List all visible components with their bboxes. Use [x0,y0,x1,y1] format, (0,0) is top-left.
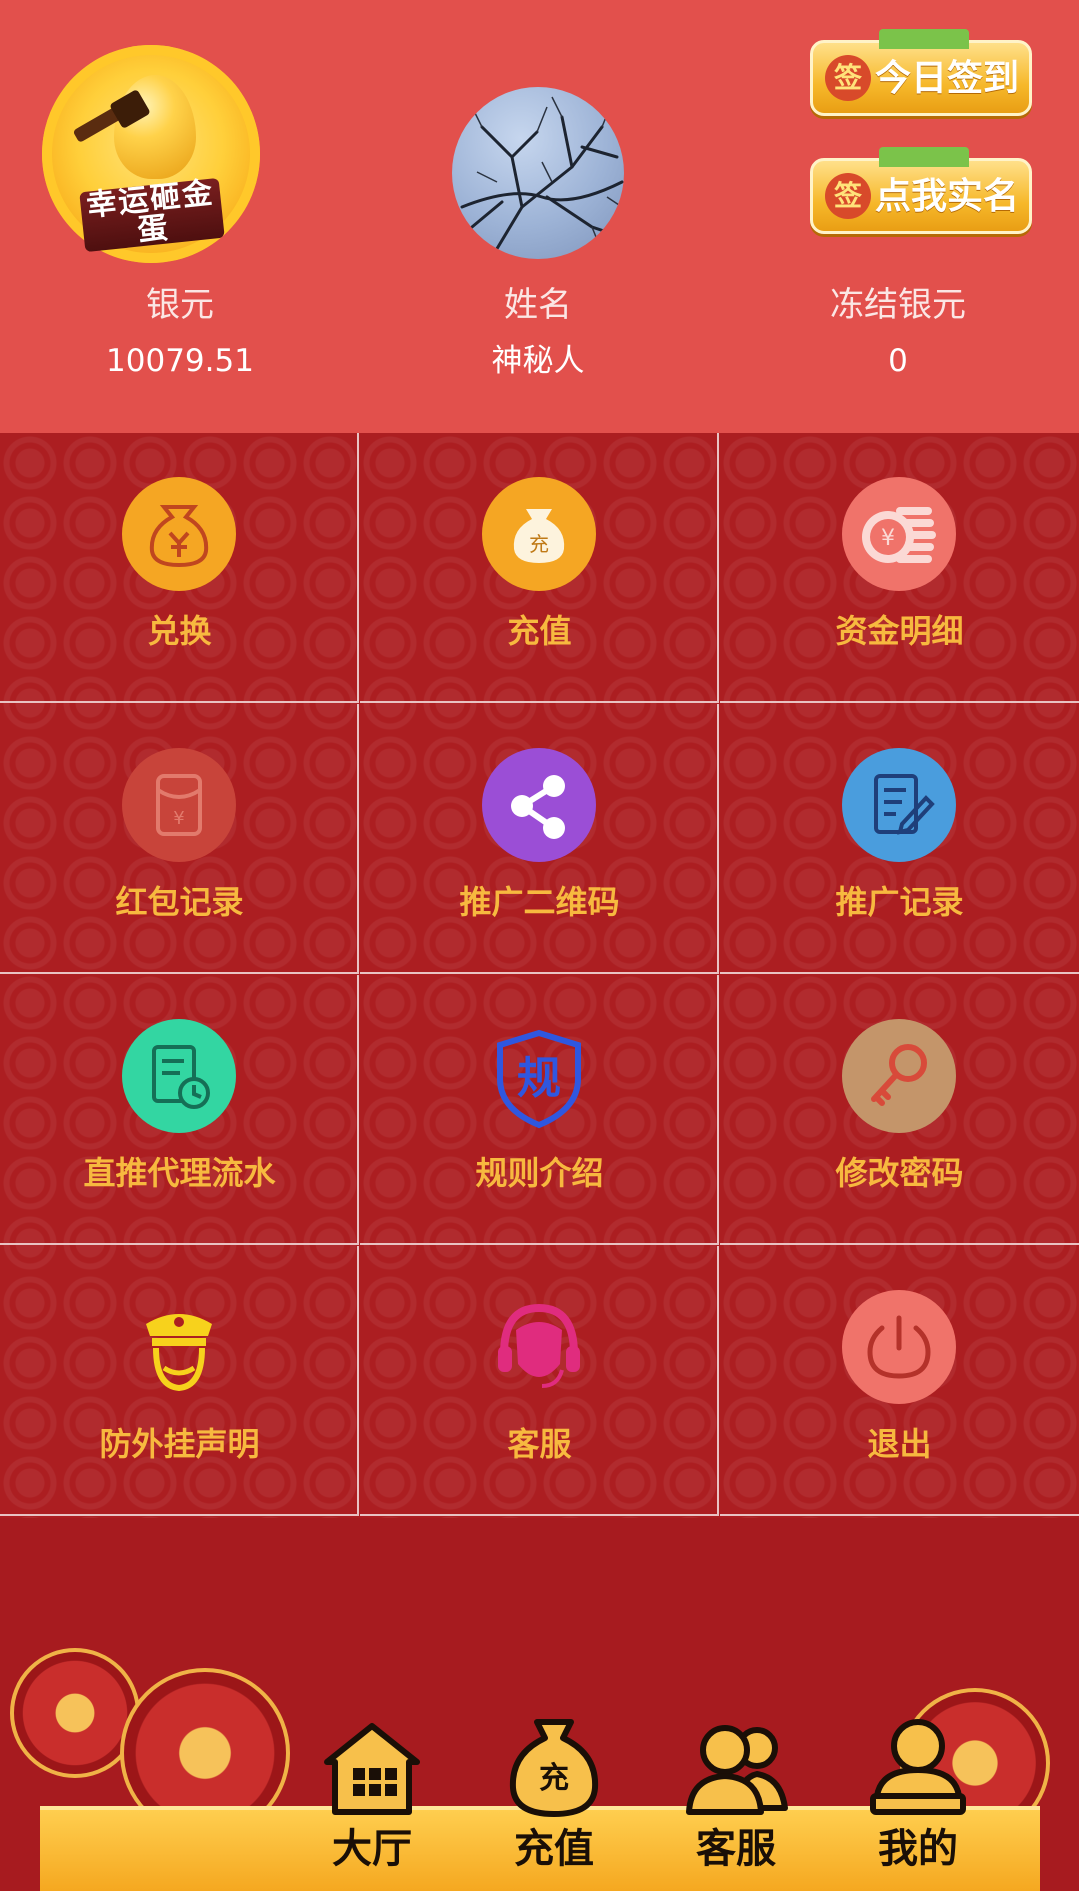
key-icon [842,1019,956,1133]
tab-label: 充值 [514,1826,594,1872]
police-icon [122,1290,236,1404]
menu-agent-flow[interactable]: 直推代理流水 [0,975,359,1245]
coins-stack-icon: ¥ [842,477,956,591]
stat-frozen: 冻结银元 0 [748,285,1048,381]
tab-label: 大厅 [332,1826,412,1872]
red-envelope-icon: ¥ [122,748,236,862]
tab-label: 客服 [696,1826,776,1872]
menu-label: 红包记录 [115,883,244,921]
sign-in-label: 今日签到 [875,58,1020,99]
menu-fund-details[interactable]: ¥ 资金明细 [720,433,1079,703]
sign-in-tab [879,29,969,49]
menu-label: 修改密码 [835,1154,964,1192]
stat-name-label: 姓名 [504,285,572,325]
share-icon [482,748,596,862]
headset-agent-icon [482,1290,596,1404]
power-icon [842,1290,956,1404]
tab-mine[interactable]: 我的 [853,1712,983,1882]
menu-label: 资金明细 [835,612,964,650]
menu-label: 推广二维码 [459,883,620,921]
tree-branches-photo [460,96,624,259]
tab-label: 我的 [878,1826,958,1872]
stat-frozen-label: 冻结银元 [830,285,966,325]
menu-promo-records[interactable]: 推广记录 [720,704,1079,974]
menu-label: 推广记录 [835,883,964,921]
menu-label: 充值 [507,612,572,650]
stat-silver-label: 银元 [146,285,214,325]
menu-rules[interactable]: 规 规则介绍 [360,975,719,1245]
tab-lobby[interactable]: 大厅 [307,1712,437,1882]
menu-red-envelope-records[interactable]: ¥ 红包记录 [0,704,359,974]
menu-change-password[interactable]: 修改密码 [720,975,1079,1245]
svg-text:充: 充 [539,1761,569,1796]
menu-exchange[interactable]: 兑换 [0,433,359,703]
real-name-tab [879,147,969,167]
menu-anti-cheat[interactable]: 防外挂声明 [0,1246,359,1516]
real-name-seal-icon: 签 [825,173,871,219]
stat-silver: 银元 10079.51 [30,285,330,381]
lucky-egg-banner[interactable]: 幸运砸金蛋 [42,45,260,263]
stat-name-value: 神秘人 [491,343,585,379]
menu-customer-service[interactable]: 客服 [360,1246,719,1516]
rules-shield-icon: 规 [482,1019,596,1133]
menu-grid: 兑换 充 充值 ¥ 资金明细 ¥ 红包记录 推广二维码 推广记录 直推代理流水 … [0,433,1079,1518]
stat-silver-value: 10079.51 [106,343,254,379]
users-icon [686,1725,788,1815]
egg-banner-text: 幸运砸金蛋 [79,175,225,253]
menu-label: 规则介绍 [475,1154,604,1192]
rules-glyph: 规 [517,1053,561,1104]
real-name-label: 点我实名 [875,176,1020,217]
menu-label: 防外挂声明 [99,1425,260,1463]
tab-service[interactable]: 客服 [671,1712,801,1882]
menu-label: 客服 [507,1425,572,1463]
report-clock-icon [122,1019,236,1133]
svg-text:¥: ¥ [881,526,895,551]
menu-label: 兑换 [147,612,212,650]
menu-label: 直推代理流水 [83,1154,276,1192]
menu-label: 退出 [867,1425,932,1463]
avatar[interactable] [452,87,624,259]
real-name-button[interactable]: 签 点我实名 [810,147,1032,234]
svg-text:¥: ¥ [173,808,184,829]
daily-sign-in-button[interactable]: 签 今日签到 [810,29,1032,116]
money-bag-yuan-icon [122,477,236,591]
menu-promo-qr[interactable]: 推广二维码 [360,704,719,974]
tab-recharge[interactable]: 充 充值 [489,1712,619,1882]
menu-recharge[interactable]: 充 充值 [360,433,719,703]
stat-frozen-value: 0 [888,343,908,379]
sign-seal-icon: 签 [825,55,871,101]
recharge-bag-icon: 充 [482,477,596,591]
user-stamp-icon [870,1719,966,1815]
stat-name: 姓名 神秘人 [388,285,688,381]
menu-logout[interactable]: 退出 [720,1246,1079,1516]
document-edit-icon [842,748,956,862]
recharge-bag-icon: 充 [509,1719,599,1817]
profile-header: 幸运砸金蛋 签 今日签到 签 点我实名 银元 10079.51 姓名 神秘人 冻… [0,0,1079,433]
svg-text:充: 充 [529,532,549,556]
house-icon [324,1723,420,1815]
